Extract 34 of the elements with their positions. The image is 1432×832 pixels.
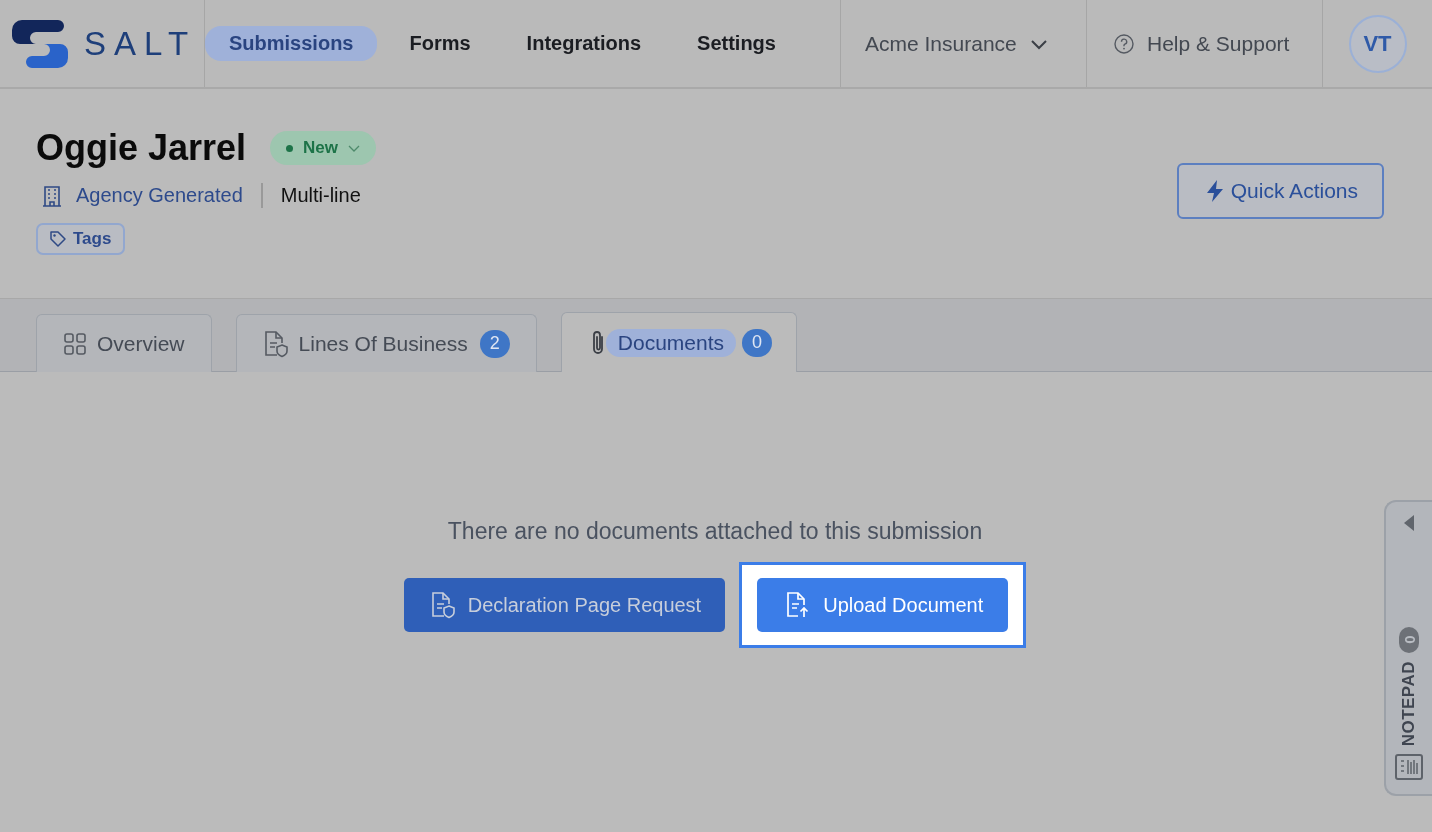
nav-tab[interactable]: Forms <box>385 26 495 61</box>
help-icon <box>1113 32 1135 55</box>
building-icon <box>42 184 62 207</box>
grid-icon <box>63 331 87 356</box>
lightning-icon <box>1204 179 1225 203</box>
collapse-left-icon[interactable] <box>1403 514 1415 532</box>
nav-tab[interactable]: Submissions <box>205 26 378 61</box>
submission-title: Oggie Jarrel <box>36 127 247 169</box>
tab[interactable]: Lines Of Business 2 <box>235 314 537 372</box>
line-type-text: Multi-line <box>279 184 361 207</box>
notepad-label[interactable]: NOTEPAD <box>1399 660 1419 746</box>
notepad-icon[interactable] <box>1395 754 1423 780</box>
count-badge: 0 <box>742 328 772 357</box>
account-dropdown[interactable]: Acme Insurance <box>865 31 1049 56</box>
tab[interactable]: Documents 0 <box>560 312 797 372</box>
document-shield-icon <box>262 329 289 358</box>
nav-tab[interactable]: Integrations <box>502 26 666 61</box>
document-shield-icon <box>429 591 456 619</box>
source-link[interactable]: Agency Generated <box>36 183 263 208</box>
upload-button[interactable]: Upload Document <box>757 578 1009 632</box>
nav-tab[interactable]: Settings <box>673 26 800 61</box>
status-dropdown[interactable]: New <box>270 131 377 165</box>
count-badge: 2 <box>479 329 510 358</box>
tag-icon <box>49 230 67 248</box>
status-dot-icon <box>286 144 294 152</box>
request-button[interactable]: Declaration Page Request <box>403 578 726 632</box>
count-badge: 0 <box>1399 626 1419 653</box>
quick-actions-button[interactable]: Quick Actions <box>1176 163 1384 219</box>
user-avatar[interactable]: VT <box>1348 14 1407 73</box>
tab[interactable]: Overview <box>36 314 212 372</box>
help-link[interactable]: Help & Support <box>1113 31 1290 56</box>
tags-button[interactable]: Tags <box>36 223 126 255</box>
empty-message: There are no documents attached to this submission <box>447 518 983 545</box>
logo-text: SALT <box>84 24 197 63</box>
